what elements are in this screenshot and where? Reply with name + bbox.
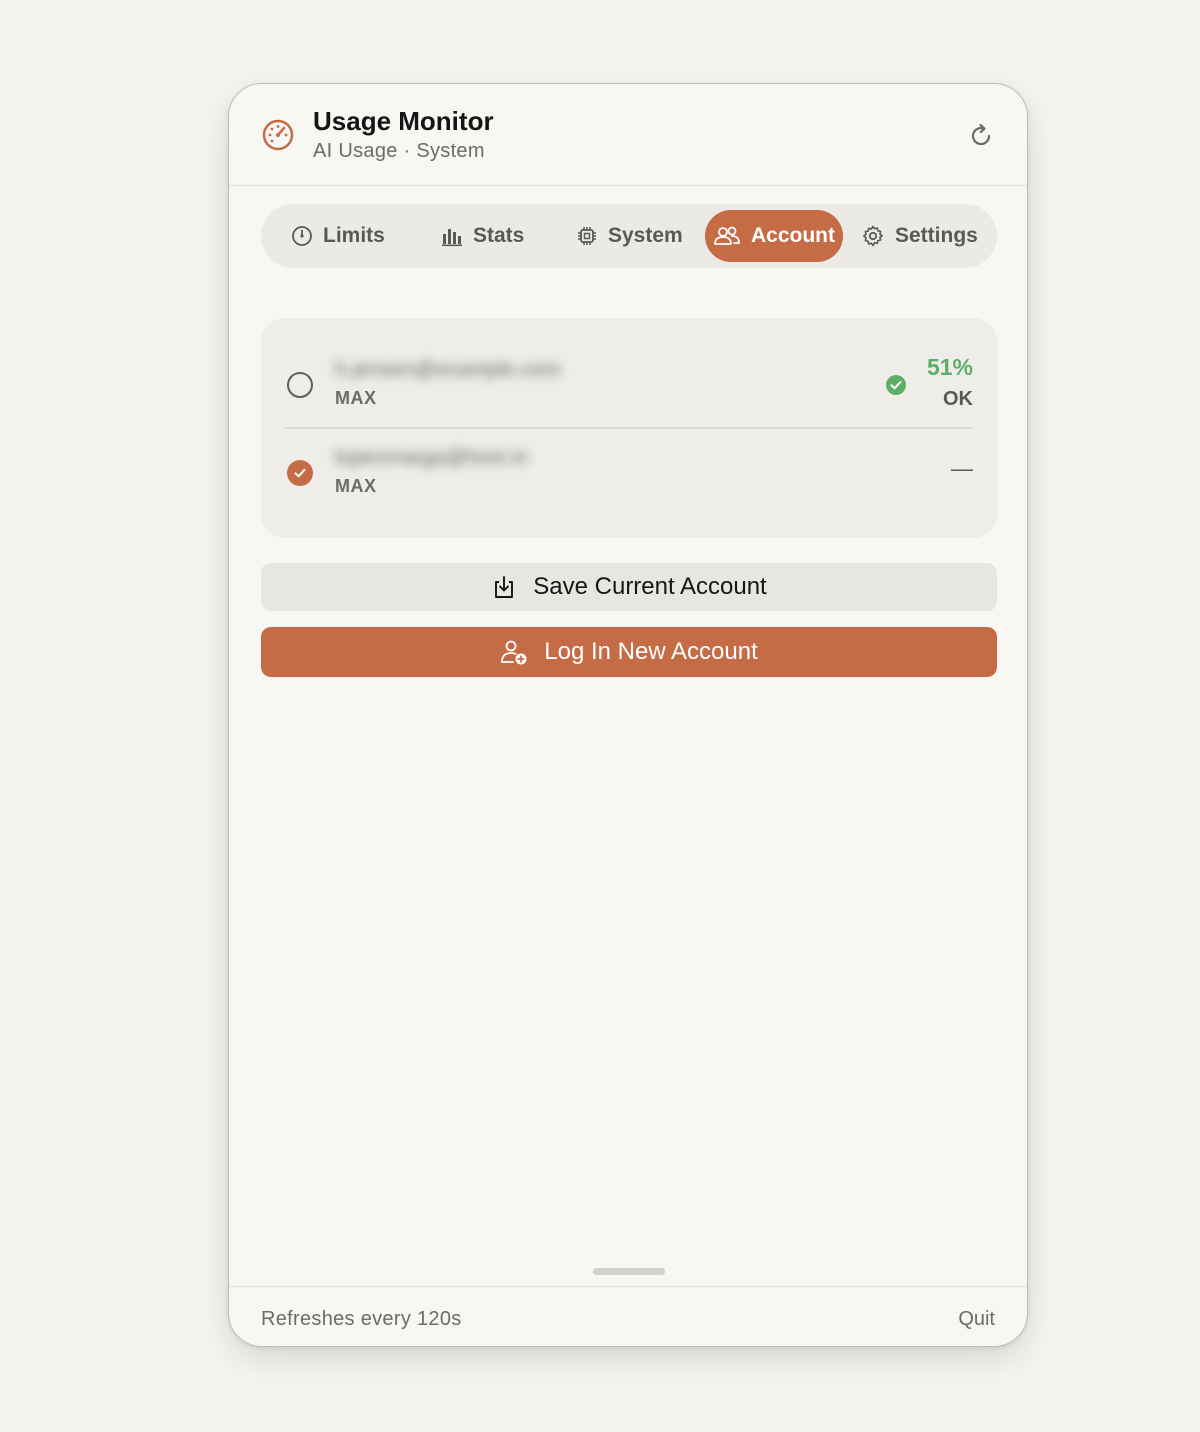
gauge-icon (261, 118, 295, 152)
login-button-label: Log In New Account (544, 638, 758, 665)
tab-system[interactable]: System (566, 210, 693, 262)
log-in-new-account-button[interactable]: Log In New Account (261, 627, 997, 677)
tab-label: System (608, 224, 683, 247)
tab-label: Limits (323, 224, 385, 247)
app-title: Usage Monitor (313, 106, 494, 136)
refresh-interval-text: Refreshes every 120s (261, 1308, 462, 1330)
check-circle-icon (885, 374, 907, 396)
gear-icon (863, 225, 883, 247)
account-row[interactable]: lopezmarga@host.in MAX — (261, 428, 997, 516)
save-button-label: Save Current Account (533, 573, 767, 600)
checkmark-icon (294, 468, 306, 478)
bar-chart-icon (442, 229, 462, 247)
save-current-account-button[interactable]: Save Current Account (261, 563, 997, 611)
users-icon (714, 226, 740, 245)
tab-settings[interactable]: Settings (851, 210, 988, 262)
refresh-icon (971, 123, 991, 146)
tab-label: Account (751, 224, 835, 247)
tab-bar: Limits Stats System Account Settings (261, 204, 997, 268)
usage-percent: 51% (926, 354, 973, 380)
tab-label: Settings (895, 224, 978, 247)
tab-limits[interactable]: Limits (281, 210, 395, 262)
app-subtitle: AI Usage · System (313, 140, 485, 162)
refresh-button[interactable] (965, 120, 997, 152)
tab-account[interactable]: Account (705, 210, 843, 262)
usage-placeholder: — (951, 456, 973, 481)
account-plan: MAX (335, 476, 377, 496)
quit-button[interactable]: Quit (958, 1308, 995, 1331)
account-plan: MAX (335, 388, 377, 408)
account-radio[interactable] (287, 372, 313, 398)
cpu-icon (578, 227, 596, 245)
header: Usage Monitor AI Usage · System (229, 84, 1027, 186)
usage-monitor-window: Usage Monitor AI Usage · System Limits S… (228, 83, 1028, 1347)
tab-label: Stats (473, 224, 525, 247)
gauge-icon (292, 226, 312, 246)
resize-handle[interactable] (593, 1268, 665, 1275)
add-user-icon (501, 640, 527, 665)
account-email: h.jensen@example.com (335, 358, 561, 381)
usage-status: OK (943, 388, 973, 410)
accounts-list: h.jensen@example.com MAX 51% OK lopezmar… (261, 318, 997, 538)
account-radio-selected[interactable] (287, 460, 313, 486)
account-email: lopezmarga@host.in (335, 446, 528, 469)
tab-stats[interactable]: Stats (431, 210, 534, 262)
download-tray-icon (495, 576, 514, 598)
footer: Refreshes every 120s Quit (229, 1286, 1027, 1346)
account-row[interactable]: h.jensen@example.com MAX 51% OK (261, 340, 997, 428)
